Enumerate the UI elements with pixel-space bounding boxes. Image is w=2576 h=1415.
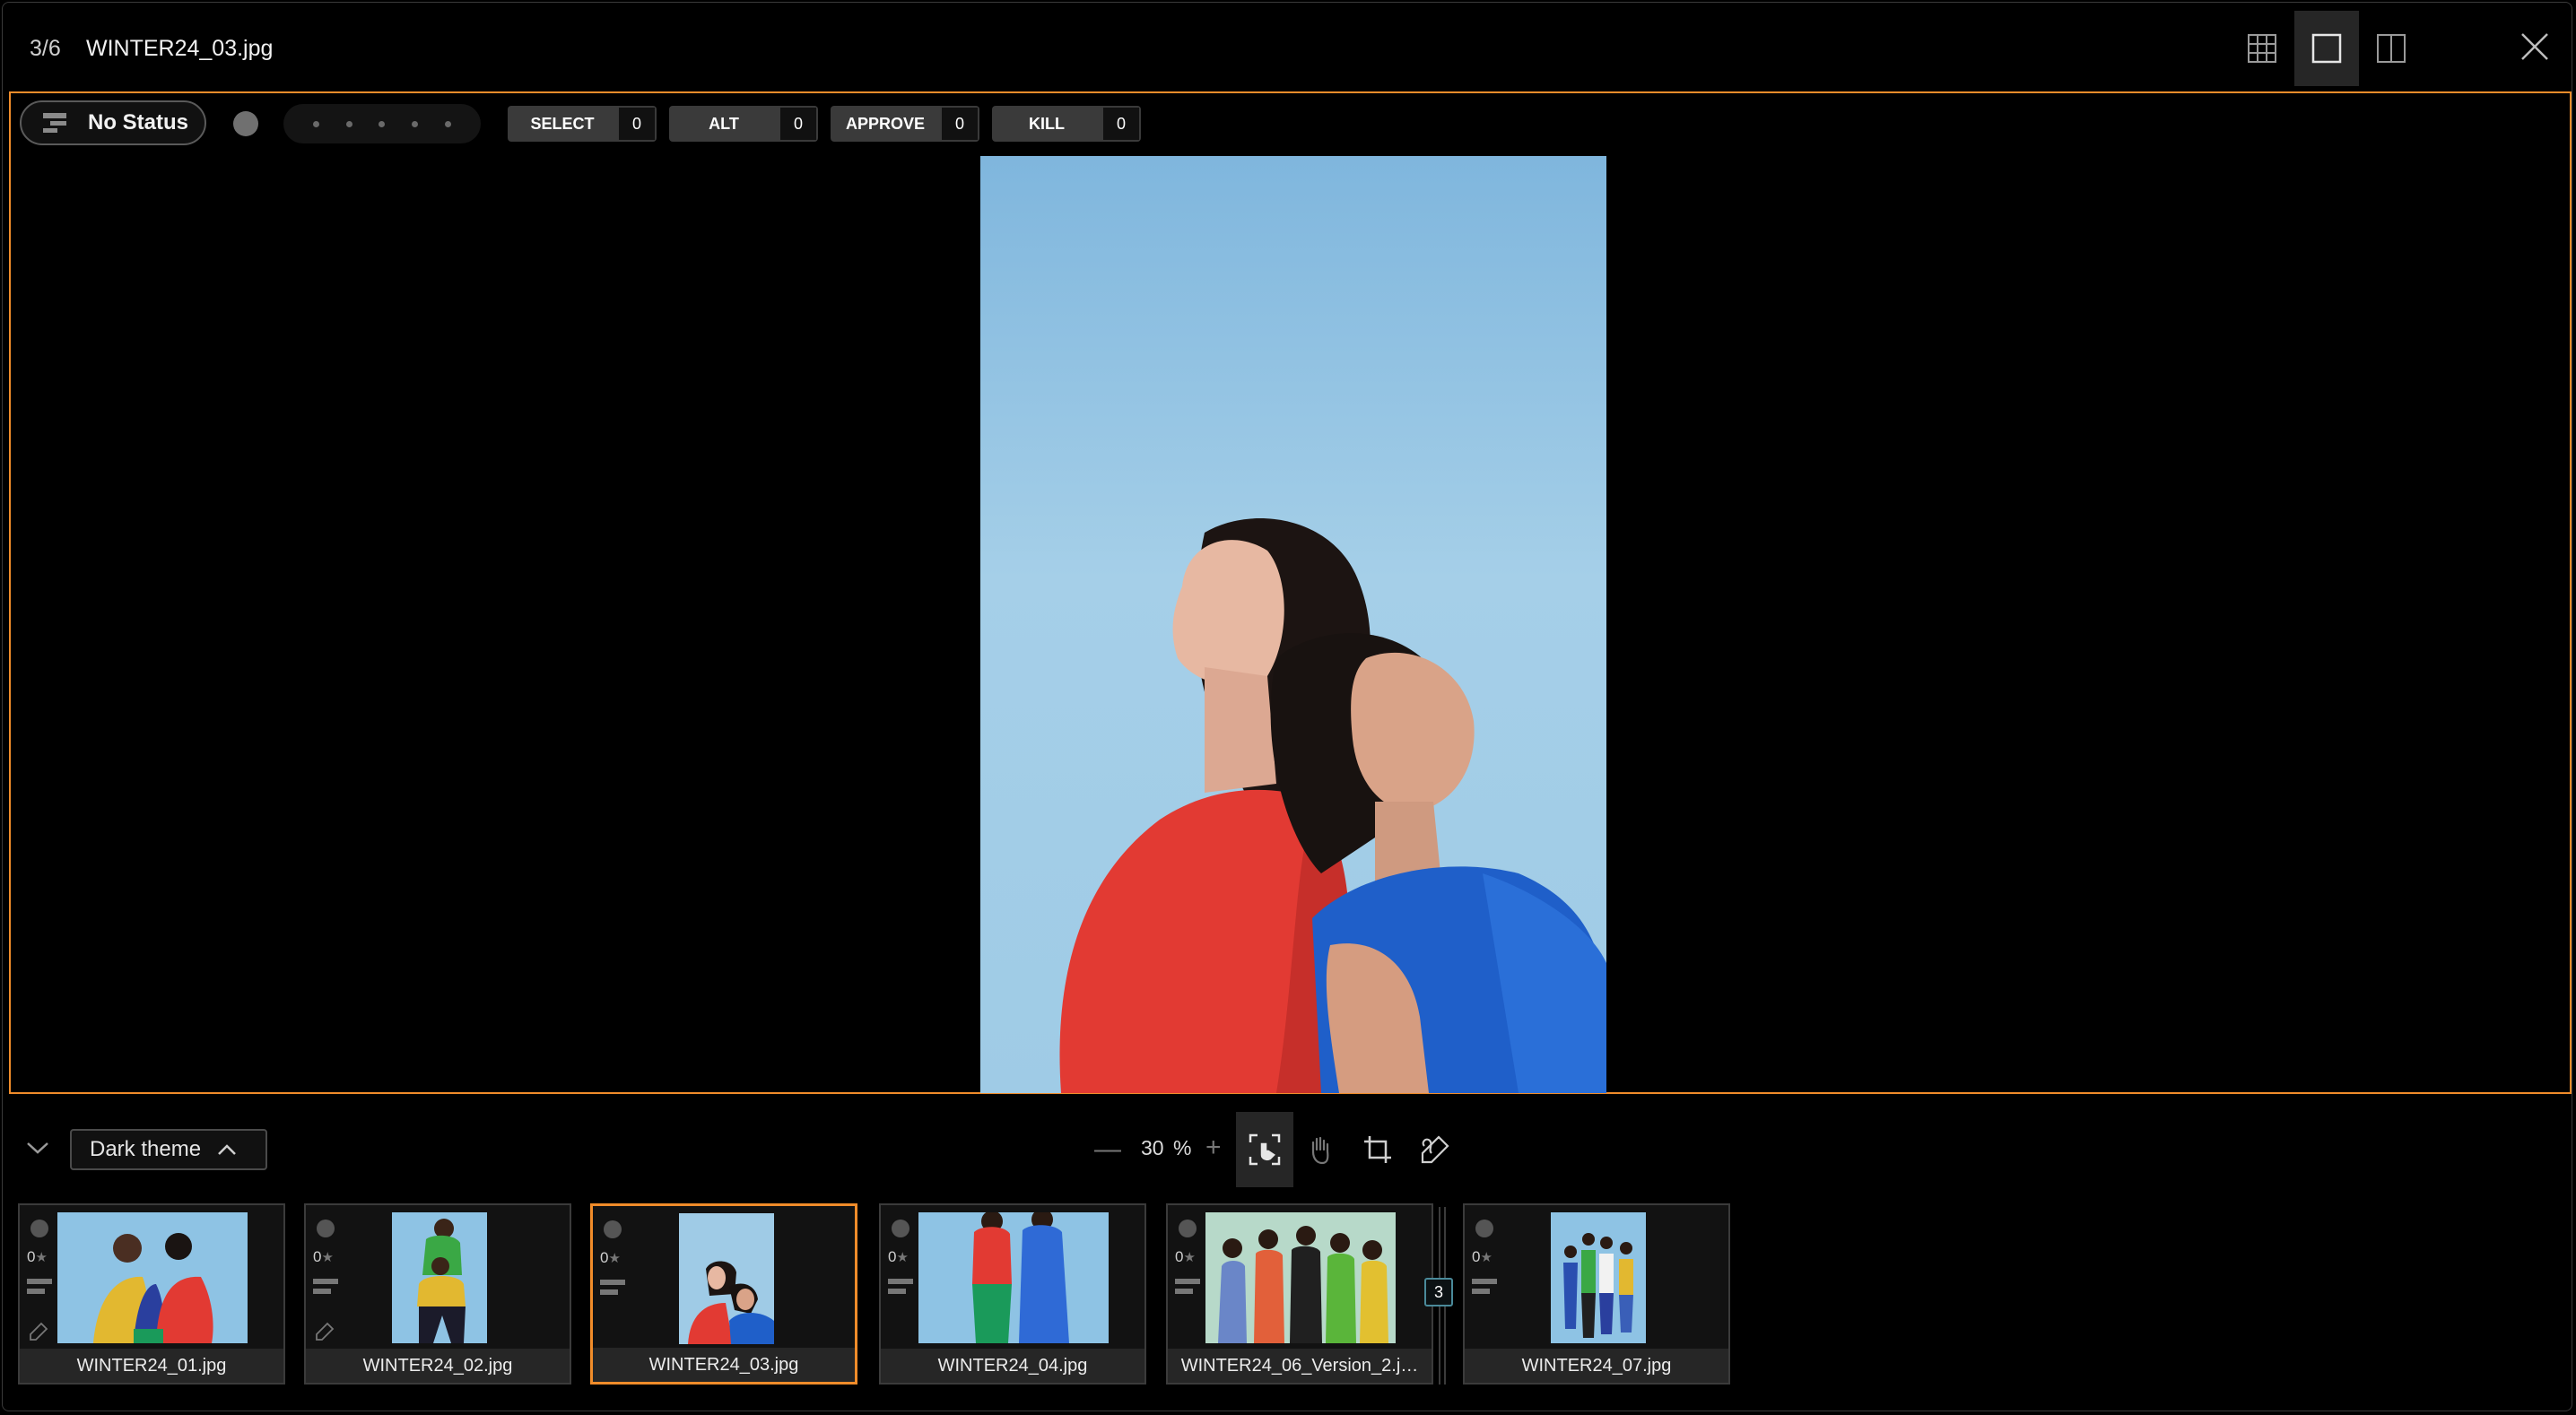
zoom-value: 30: [1141, 1136, 1164, 1159]
thumb-image: [1551, 1212, 1646, 1343]
thumb-rating: 0★: [27, 1248, 48, 1265]
thumb-rating: 0★: [600, 1249, 621, 1266]
annotation-pen-icon: [316, 1322, 335, 1341]
annotate-pen-icon: [1421, 1135, 1449, 1164]
zoom-in-button[interactable]: +: [1205, 1133, 1222, 1163]
star-icon: ★: [896, 1250, 909, 1265]
rating-dot-3[interactable]: [379, 120, 386, 127]
annotation-pen-icon: [30, 1322, 48, 1341]
compare-view-icon: [2377, 34, 2406, 63]
star-rating[interactable]: [283, 104, 481, 143]
thumb-filename: WINTER24_04.jpg: [881, 1349, 1144, 1383]
rating-dot-5[interactable]: [445, 120, 452, 127]
thumb-image: [918, 1209, 1109, 1343]
status-dropdown[interactable]: No Status: [20, 100, 206, 145]
thumb-status-icon: [888, 1279, 913, 1298]
thumb-image: [679, 1213, 774, 1344]
thumb-status-icon: [1175, 1279, 1200, 1298]
star-icon: ★: [1480, 1250, 1493, 1265]
collapse-filmstrip-button[interactable]: [20, 1132, 56, 1164]
thumb-image: [57, 1212, 248, 1343]
thumb-status-icon: [27, 1279, 52, 1298]
vote-kill-button[interactable]: KILL 0: [992, 106, 1141, 142]
thumb-image: [392, 1212, 487, 1343]
zoom-out-button[interactable]: —: [1094, 1134, 1121, 1165]
image-viewer[interactable]: No Status SELECT 0 ALT 0 APPROVE 0 KILL …: [9, 91, 2572, 1094]
single-view-icon: [2311, 33, 2342, 64]
header-bar: 3/6 WINTER24_03.jpg: [0, 0, 2576, 93]
rating-dot-2[interactable]: [345, 120, 352, 127]
vote-alt-count: 0: [779, 106, 818, 142]
vote-kill-count: 0: [1101, 106, 1141, 142]
thumb-status-icon: [1472, 1279, 1497, 1298]
vote-approve-count: 0: [940, 106, 979, 142]
filmstrip-thumb-4[interactable]: 0★ WINTER24_04.jpg: [879, 1203, 1146, 1385]
star-icon: ★: [35, 1250, 48, 1265]
thumb-filename: WINTER24_07.jpg: [1465, 1349, 1728, 1383]
thumb-rating: 0★: [1175, 1248, 1196, 1265]
thumb-rating: 0★: [888, 1248, 909, 1265]
crop-button[interactable]: [1349, 1112, 1406, 1187]
single-view-button[interactable]: [2294, 11, 2359, 86]
thumb-rating: 0★: [313, 1248, 334, 1265]
close-icon: [2521, 33, 2548, 60]
thumb-filename: WINTER24_02.jpg: [306, 1349, 570, 1383]
zoom-unit: %: [1173, 1136, 1192, 1159]
thumb-status-icon: [600, 1280, 625, 1299]
chevron-up-icon: [218, 1144, 236, 1155]
thumb-filename: WINTER24_01.jpg: [20, 1349, 283, 1383]
thumb-status-icon: [313, 1279, 338, 1298]
status-bars-icon: [43, 113, 66, 133]
hand-pan-icon: [1311, 1136, 1329, 1165]
vote-kill-label: KILL: [992, 106, 1101, 142]
filmstrip-thumb-1[interactable]: 0★ WINTER24_01.jpg: [18, 1203, 285, 1385]
filmstrip-thumb-3[interactable]: 0★ WINTER24_03.jpg: [590, 1203, 857, 1385]
thumb-image: [1205, 1212, 1396, 1343]
filmstrip-thumb-5[interactable]: 0★ WINTER24_06_Version_2.j…: [1166, 1203, 1433, 1385]
vote-alt-label: ALT: [669, 106, 779, 142]
theme-dropdown[interactable]: Dark theme: [70, 1129, 267, 1170]
current-filename: WINTER24_03.jpg: [86, 36, 274, 61]
thumb-color-dot[interactable]: [892, 1220, 909, 1237]
compare-view-button[interactable]: [2359, 11, 2424, 86]
grid-view-icon: [2248, 34, 2276, 63]
rating-dot-4[interactable]: [412, 120, 419, 127]
fit-screen-icon: [1249, 1133, 1281, 1166]
thumb-color-dot[interactable]: [604, 1220, 622, 1238]
thumb-rating: 0★: [1472, 1248, 1493, 1265]
image-counter: 3/6: [30, 36, 61, 61]
thumb-filename: WINTER24_06_Version_2.j…: [1168, 1349, 1432, 1383]
pan-hand-button[interactable]: [1292, 1112, 1349, 1187]
close-button[interactable]: [2502, 20, 2567, 74]
grid-view-button[interactable]: [2230, 11, 2294, 86]
filmstrip-thumb-6[interactable]: 0★ WINTER24_07.jpg: [1463, 1203, 1730, 1385]
thumb-color-dot[interactable]: [1475, 1220, 1493, 1237]
thumb-color-dot[interactable]: [1179, 1220, 1197, 1237]
vote-approve-label: APPROVE: [831, 106, 940, 142]
chevron-down-icon: [27, 1142, 48, 1154]
vote-select-count: 0: [617, 106, 657, 142]
fit-screen-button[interactable]: [1236, 1112, 1293, 1187]
vote-select-button[interactable]: SELECT 0: [508, 106, 657, 142]
filmstrip-thumb-2[interactable]: 0★ WINTER24_02.jpg: [304, 1203, 571, 1385]
star-icon: ★: [1183, 1250, 1196, 1265]
vote-approve-button[interactable]: APPROVE 0: [831, 106, 979, 142]
thumb-color-dot[interactable]: [30, 1220, 48, 1237]
annotate-button[interactable]: [1406, 1112, 1464, 1187]
crop-icon: [1364, 1136, 1391, 1163]
star-icon: ★: [321, 1250, 334, 1265]
main-photo: [980, 156, 1606, 1093]
color-label-picker[interactable]: [233, 111, 258, 136]
vote-alt-button[interactable]: ALT 0: [669, 106, 818, 142]
status-label: No Status: [88, 110, 189, 135]
star-icon: ★: [608, 1251, 621, 1266]
stack-count-badge[interactable]: 3: [1424, 1278, 1453, 1306]
photo-illustration: [1059, 518, 1606, 1093]
rating-dot-1[interactable]: [312, 120, 319, 127]
vote-select-label: SELECT: [508, 106, 617, 142]
thumb-color-dot[interactable]: [317, 1220, 335, 1237]
theme-label: Dark theme: [90, 1137, 202, 1161]
thumb-filename: WINTER24_03.jpg: [593, 1348, 855, 1382]
